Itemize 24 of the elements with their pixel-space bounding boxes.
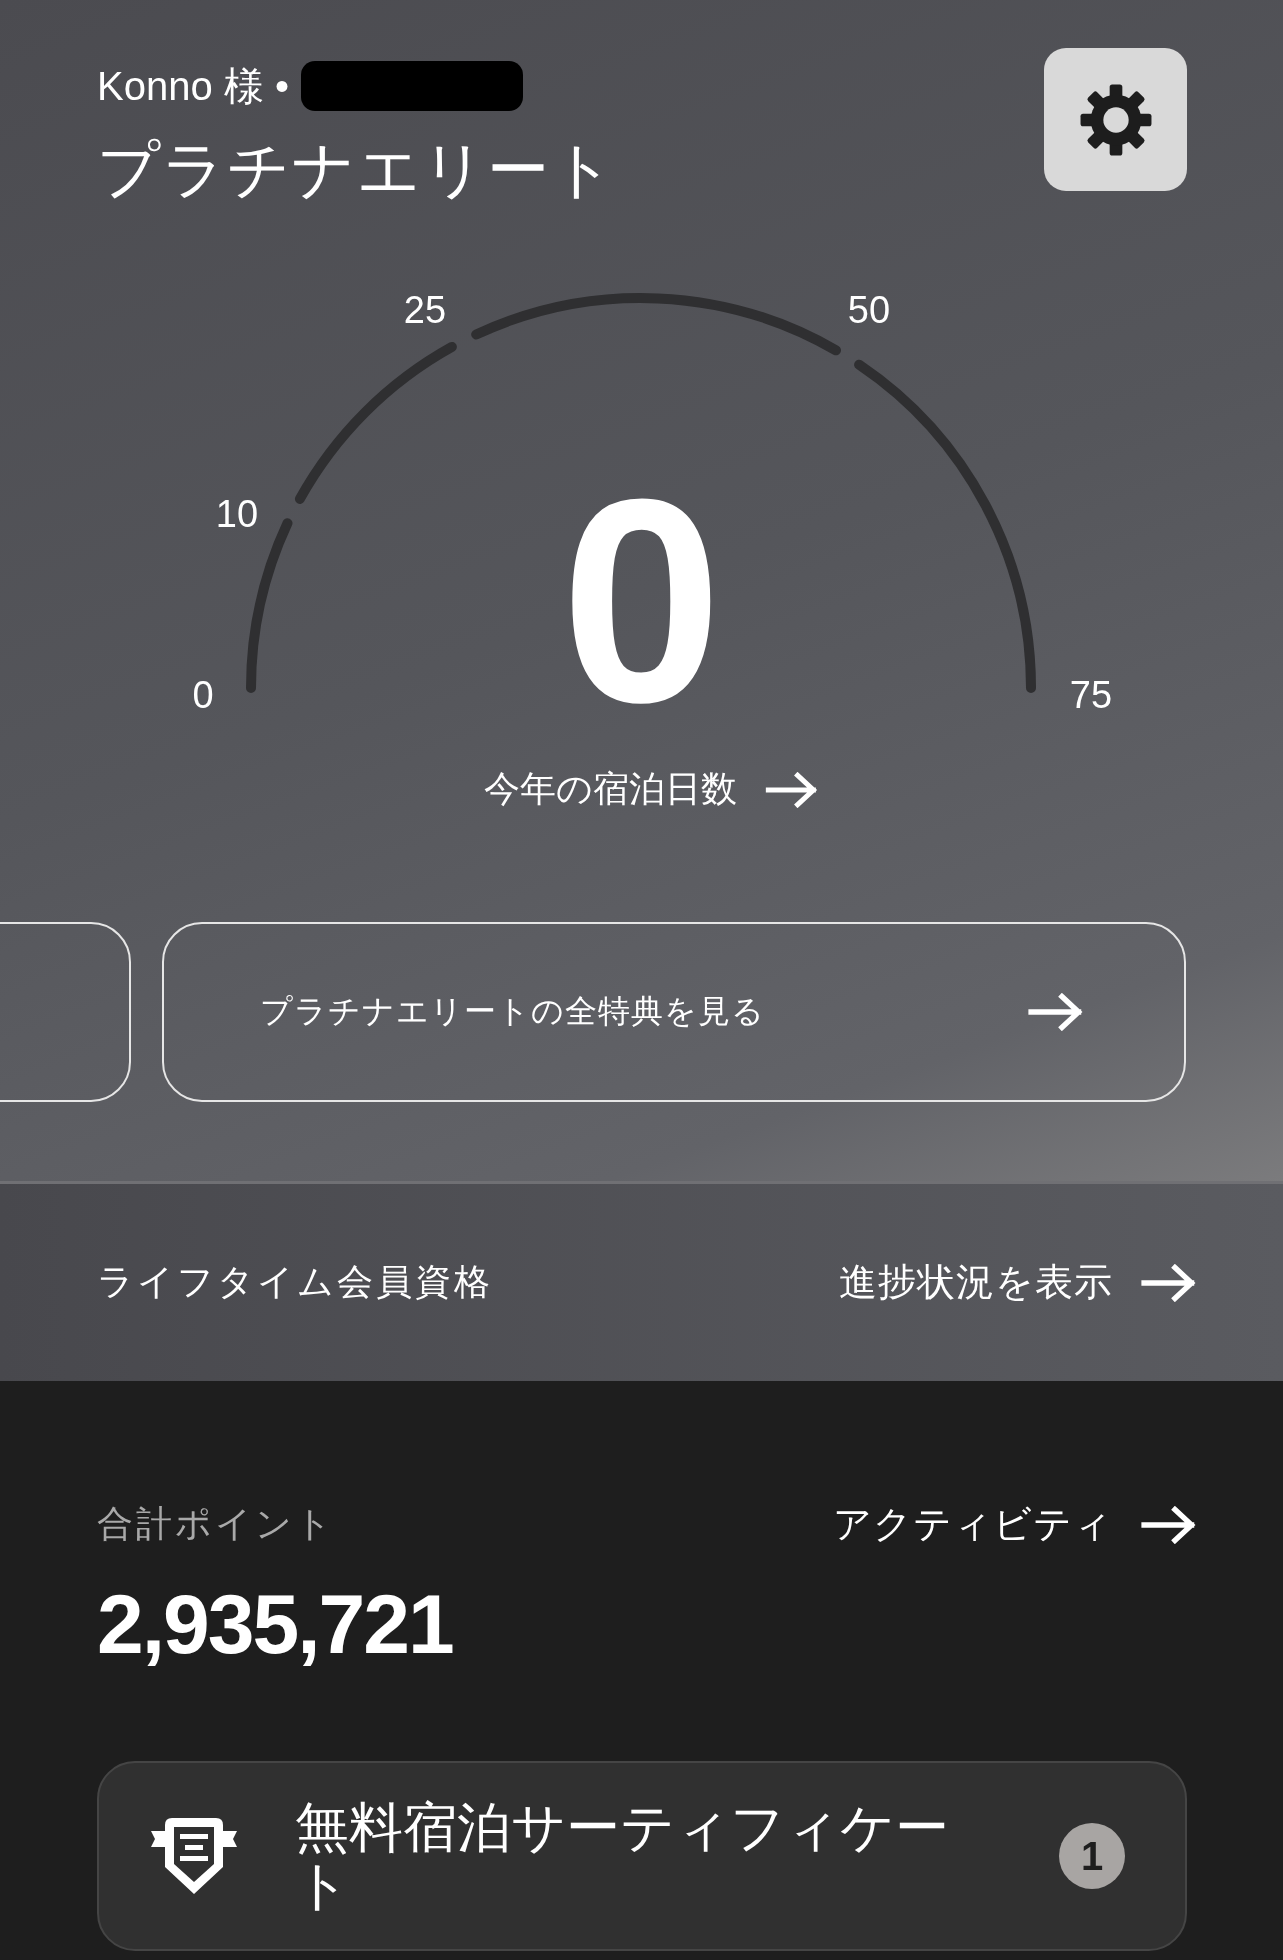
benefits-button[interactable]: プラチナエリートの全特典を見る: [162, 922, 1186, 1102]
tick-label: 0: [192, 673, 214, 717]
lifetime-label: ライフタイム会員資格: [97, 1260, 493, 1304]
tick-label: 10: [215, 492, 259, 536]
certificate-card[interactable]: 無料宿泊サーティフィケート 1: [97, 1761, 1187, 1951]
nights-count: 0: [559, 455, 724, 745]
certificate-icon: [149, 1815, 239, 1897]
tick-label: 50: [847, 288, 891, 332]
arrow-icon: [1141, 1505, 1197, 1544]
settings-button[interactable]: [1044, 48, 1187, 191]
arrow-icon: [1028, 993, 1084, 1031]
nights-link[interactable]: 今年の宿泊日数: [464, 765, 819, 814]
arrow-icon: [765, 771, 819, 808]
points-total: 2,935,721: [97, 1576, 454, 1673]
points-label: 合計ポイント: [97, 1502, 335, 1546]
tier-title: プラチナエリート: [97, 134, 616, 206]
tick-label: 75: [1069, 673, 1113, 717]
certificate-label: 無料宿泊サーティフィケート: [295, 1798, 950, 1914]
activity-link[interactable]: アクティビティ: [833, 1499, 1197, 1550]
count-badge: 1: [1059, 1823, 1125, 1889]
member-name: Konno 様 •: [97, 62, 289, 110]
arrow-icon: [1141, 1263, 1197, 1302]
tick-label: 25: [403, 288, 447, 332]
progress-link[interactable]: 進捗状況を表示: [839, 1257, 1197, 1308]
